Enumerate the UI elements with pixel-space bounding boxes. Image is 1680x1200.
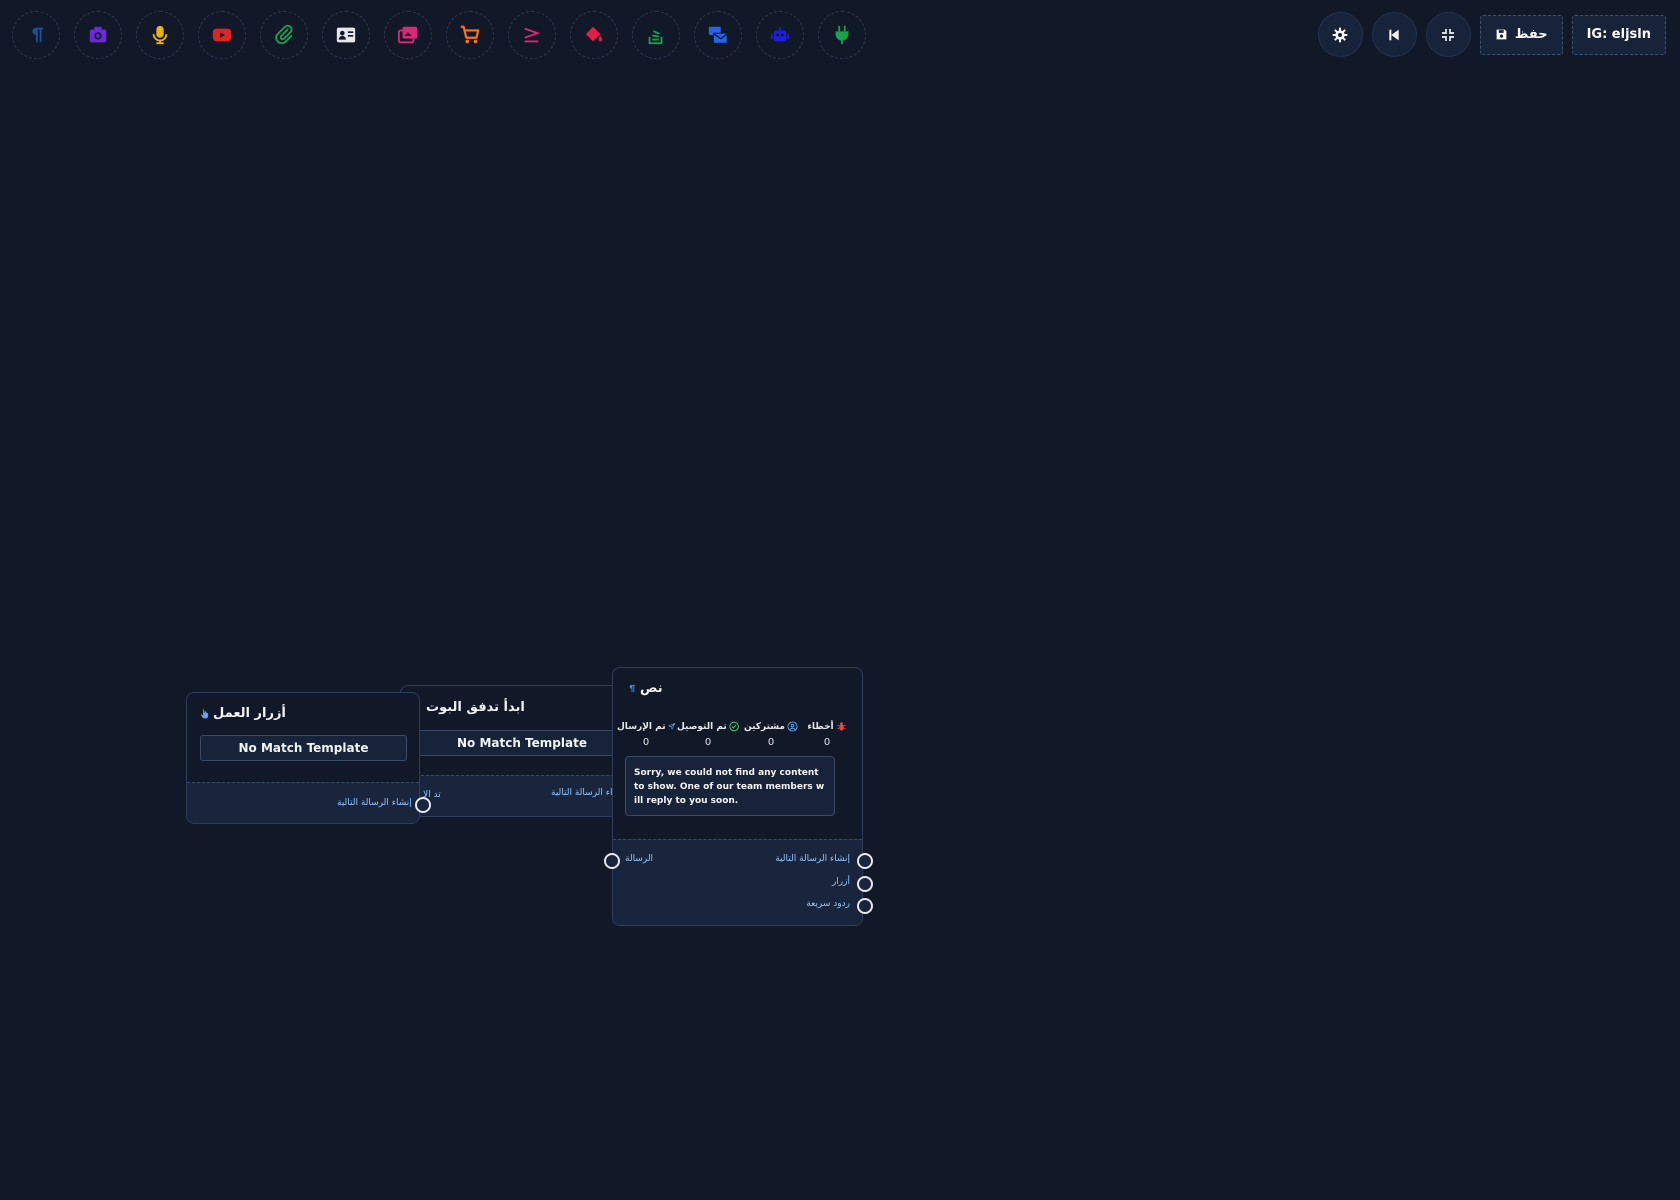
stat-errors: أخطاء 0 [805,721,849,748]
text-node-output-label-next: إنشاء الرسالة التالية [775,854,850,864]
account-button[interactable]: IG: eljsln [1571,14,1666,55]
paperclip-icon [275,24,293,45]
stat-sent-value: 0 [642,737,650,748]
plug-icon [835,25,849,45]
audio-tool-button[interactable] [136,11,184,59]
video-tool-button[interactable] [198,11,246,59]
stat-subscribers: مشتركين 0 [743,721,799,748]
action-buttons-footer: إنشاء الرسالة التالية [187,782,419,823]
stack-overflow-icon [648,30,663,45]
action-buttons-title: أزرار العمل [213,706,286,721]
integration-tool-button[interactable] [818,11,866,59]
text-node-output-port-quick-replies[interactable] [857,898,873,914]
email-tool-button[interactable] [694,11,742,59]
start-flow-node[interactable]: ابدأ تدفق البوت No Match Template إنشاء … [400,685,645,817]
component-toolbar [12,11,866,59]
text-node-output-label-buttons: أزرار [831,877,850,887]
fit-view-button[interactable] [1425,12,1471,57]
start-flow-template-button[interactable]: No Match Template [417,730,627,756]
settings-button[interactable] [1317,12,1363,57]
text-node-title-row: نص [626,681,663,696]
bug-icon [837,722,846,731]
mail-bulk-icon [708,26,728,44]
youtube-icon [212,28,232,42]
stat-errors-label: أخطاء [807,721,834,732]
action-tool-button[interactable] [570,11,618,59]
action-buttons-node[interactable]: أزرار العمل No Match Template إنشاء الرس… [186,692,420,824]
paint-bucket-icon [585,26,603,42]
paper-plane-icon [667,723,675,730]
start-flow-footer: إنشاء الرسالة التالية تد الإ [401,775,644,816]
action-buttons-output-port[interactable] [415,797,431,813]
stat-delivered: تم التوصيل 0 [677,721,739,748]
paragraph-tool-button[interactable] [12,11,60,59]
image-tool-button[interactable] [74,11,122,59]
compress-icon [1442,28,1455,41]
stat-subscribers-value: 0 [767,737,775,748]
file-tool-button[interactable] [260,11,308,59]
stack-tool-button[interactable] [632,11,680,59]
text-node-title: نص [640,681,663,696]
go-to-start-button[interactable] [1371,12,1417,57]
text-node-output-label-quick-replies: ردود سريعة [806,899,850,909]
action-buttons-title-row: أزرار العمل [199,706,286,721]
contact-card-icon [336,27,356,43]
stat-subscribers-label: مشتركين [743,721,785,732]
camera-icon [89,26,107,43]
ai-tool-button[interactable] [756,11,804,59]
action-buttons-template-button[interactable]: No Match Template [200,735,407,761]
robot-icon [770,26,790,42]
stat-delivered-label: تم التوصيل [677,721,727,732]
ecommerce-tool-button[interactable] [446,11,494,59]
account-label: IG: eljsln [1586,27,1651,42]
microphone-icon [152,25,168,45]
condition-tool-button[interactable] [508,11,556,59]
floppy-disk-icon [1496,29,1507,40]
check-circle-icon [729,721,739,732]
text-node-footer: الرسالة إنشاء الرسالة التالية أزرار ردود… [613,839,862,925]
step-backward-icon [1389,29,1400,40]
text-node-output-port-buttons[interactable] [857,876,873,892]
paragraph-icon [32,27,44,43]
cart-icon [460,25,480,44]
paragraph-icon [629,684,636,693]
card-tool-button[interactable] [322,11,370,59]
stat-errors-value: 0 [823,737,831,748]
gear-icon [1333,27,1348,42]
connections-layer [403,794,638,862]
message-text[interactable]: Sorry, we could not find any content to … [625,756,835,816]
start-flow-title: ابدأ تدفق البوت [426,700,525,715]
images-icon [397,26,418,44]
greater-equal-icon [524,27,541,43]
text-node[interactable]: نص أخطاء 0 مشتركين 0 تم التوصيل 0 تم الإ… [612,667,863,926]
action-buttons-output-label: إنشاء الرسالة التالية [337,798,412,808]
stat-sent: تم الإرسال 0 [617,721,675,748]
hand-pointer-icon [200,708,209,719]
editor-actions: حفظ IG: eljsln [1317,12,1666,57]
user-circle-icon [787,721,798,732]
save-label: حفظ [1514,27,1548,42]
stat-delivered-value: 0 [704,737,712,748]
text-node-input-port[interactable] [604,853,620,869]
text-node-output-port-next[interactable] [857,853,873,869]
gallery-tool-button[interactable] [384,11,432,59]
save-button[interactable]: حفظ [1479,14,1563,55]
stat-sent-label: تم الإرسال [617,721,666,732]
text-node-input-label: الرسالة [625,854,654,864]
